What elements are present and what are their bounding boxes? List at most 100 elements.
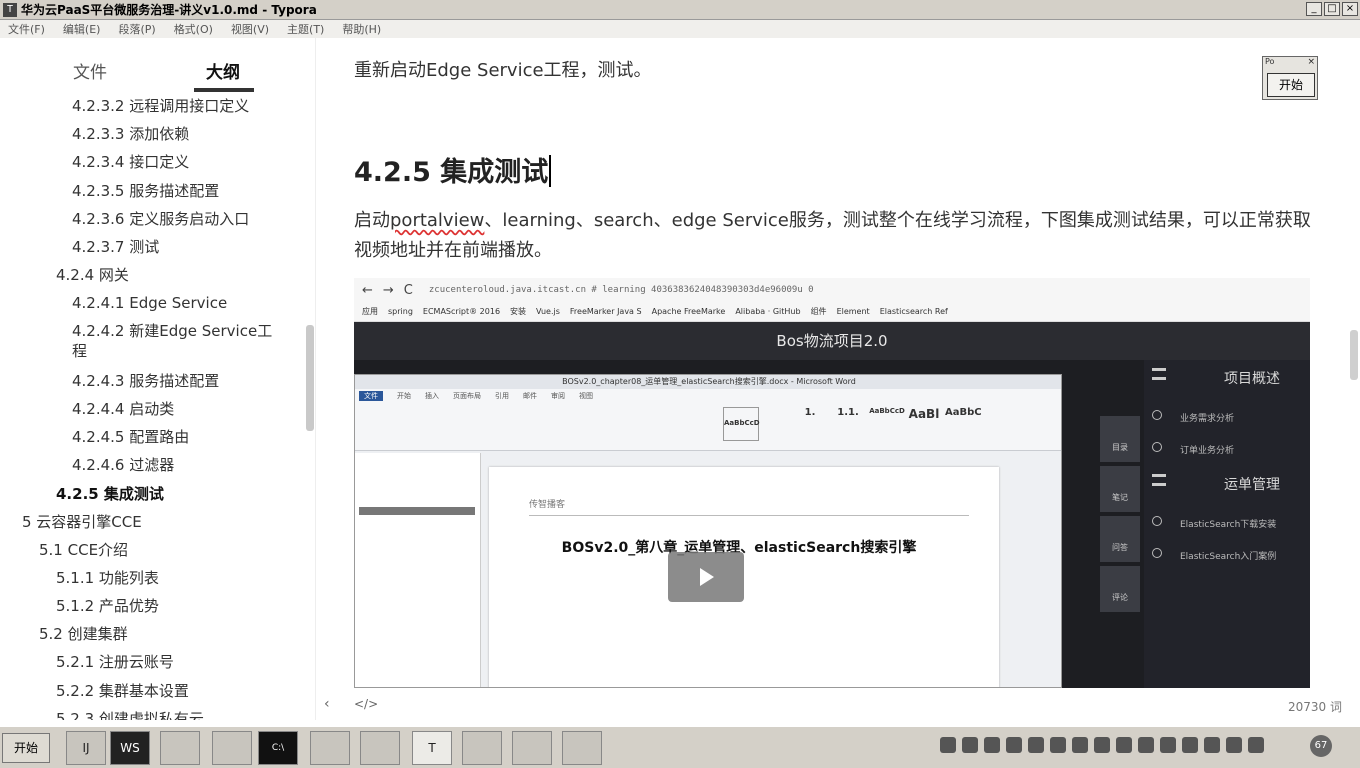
sidebar-toggle-icon[interactable]: ‹ (324, 696, 330, 712)
globe-icon[interactable] (512, 731, 552, 765)
tray-icon[interactable] (940, 737, 956, 753)
word-ribbon: 文件 开始 插入 页面布局 引用 邮件 审阅 视图 AaBbCcD 1. 1.1… (355, 389, 1061, 451)
tab-files[interactable]: 文件 (73, 58, 107, 83)
browser-address-bar: ←→C zcucenteroloud.java.itcast.cn # lear… (354, 278, 1310, 302)
typora-icon[interactable]: T (412, 731, 452, 765)
outline-item[interactable]: 4.2.4.5 配置路由 (72, 427, 189, 447)
word-count[interactable]: 20730 词 (1288, 698, 1342, 715)
cmd-icon[interactable]: C:\ (258, 731, 298, 765)
outline-item[interactable]: 5.1.2 产品优势 (56, 596, 159, 616)
outline-item[interactable]: 4.2.3.2 远程调用接口定义 (72, 96, 249, 116)
start-button[interactable]: 开始 (2, 733, 50, 763)
tray-help-icon[interactable] (962, 737, 978, 753)
outline-item[interactable]: 5.2 创建集群 (39, 624, 128, 644)
intellij-icon[interactable]: IJ (66, 731, 106, 765)
page-logo: 传智播客 (529, 500, 566, 510)
widget-start-button[interactable]: 开始 (1267, 73, 1315, 97)
p2-text-after: 、learning、search、edge Service服务，测试整个在线学习… (354, 210, 1311, 261)
outline-item[interactable]: 4.2.4 网关 (56, 265, 129, 285)
tray-icon[interactable] (1116, 737, 1132, 753)
outline-item[interactable]: 5.1.1 功能列表 (56, 568, 159, 588)
outline-item[interactable]: 4.2.3.5 服务描述配置 (72, 181, 219, 201)
tray-badge[interactable]: 67 (1310, 735, 1332, 757)
system-tray (940, 737, 1264, 753)
outline-item[interactable]: 4.2.4.1 Edge Service (72, 293, 227, 313)
ribbon-tab: 页面布局 (453, 392, 481, 400)
tray-icon[interactable] (1050, 737, 1066, 753)
outline-item-active[interactable]: 4.2.5 集成测试 (56, 484, 164, 504)
heading-integration-test[interactable]: 4.2.5 集成测试 (354, 150, 552, 189)
menu-theme[interactable]: 主题(T) (287, 21, 324, 37)
recorder-icon[interactable] (562, 731, 602, 765)
menu-help[interactable]: 帮助(H) (342, 21, 381, 37)
menu-view[interactable]: 视图(V) (231, 21, 269, 37)
tab-outline[interactable]: 大纲 (194, 58, 254, 92)
outline-item[interactable]: 5.2.3 创建虚拟私有云 (56, 709, 204, 720)
menu-waybill: 运单管理 (1224, 477, 1280, 493)
ribbon-tab: 引用 (495, 392, 509, 400)
webstorm-icon[interactable]: WS (110, 731, 150, 765)
source-mode-icon[interactable]: </> (354, 697, 378, 711)
outline-item[interactable]: 5 云容器引擎CCE (22, 512, 142, 532)
sidebar-scrollbar[interactable] (306, 325, 314, 431)
outline-item[interactable]: 4.2.4.6 过滤器 (72, 455, 174, 475)
check-icon (1152, 548, 1162, 558)
tray-icon[interactable] (1094, 737, 1110, 753)
tray-volume-icon[interactable] (1204, 737, 1220, 753)
tray-icon[interactable] (1160, 737, 1176, 753)
outline-item[interactable]: 4.2.3.4 接口定义 (72, 152, 189, 172)
maximize-button[interactable]: □ (1324, 2, 1340, 16)
taskbar: 开始 IJ WS C:\ T 67 (0, 726, 1360, 768)
menu-paragraph[interactable]: 段落(P) (118, 21, 155, 37)
outline-item[interactable]: 4.2.3.7 测试 (72, 237, 159, 257)
outline-item[interactable]: 5.2.1 注册云账号 (56, 652, 174, 672)
editor[interactable]: 重新启动Edge Service工程，测试。 4.2.5 集成测试 启动port… (316, 38, 1348, 720)
outline-item[interactable]: 5.1 CCE介绍 (39, 540, 128, 560)
tray-icon[interactable] (1226, 737, 1242, 753)
tray-icon[interactable] (1182, 737, 1198, 753)
outline-item[interactable]: 5.2.2 集群基本设置 (56, 681, 189, 701)
menu-es2: ElasticSearch入门案例 (1180, 552, 1277, 562)
word-title: BOSv2.0_chapter08_运单管理_elasticSearch搜索引擎… (355, 375, 1061, 389)
widget-close-icon[interactable]: × (1307, 57, 1315, 67)
tray-bluetooth-icon[interactable] (1138, 737, 1154, 753)
tray-icon[interactable] (1072, 737, 1088, 753)
turtle-icon[interactable] (212, 731, 252, 765)
window-controls: _ □ × (1306, 2, 1358, 16)
status-bar: ‹ </> 20730 词 (316, 690, 1360, 722)
qa-icon: 问答 (1100, 516, 1140, 562)
outline-item[interactable]: 4.2.4.4 启动类 (72, 399, 174, 419)
outline-item[interactable]: 4.2.4.3 服务描述配置 (72, 371, 219, 391)
explorer-icon[interactable] (462, 731, 502, 765)
bird-icon[interactable] (160, 731, 200, 765)
menu-file[interactable]: 文件(F) (8, 21, 45, 37)
typora-app-icon: T (3, 2, 17, 17)
minimize-button[interactable]: _ (1306, 2, 1322, 16)
outline-item[interactable]: 4.2.3.6 定义服务启动入口 (72, 209, 249, 229)
play-icon (668, 552, 744, 602)
tray-icon[interactable] (1028, 737, 1044, 753)
tray-icon[interactable] (1006, 737, 1022, 753)
tray-icon[interactable] (984, 737, 1000, 753)
bos-app: Bos物流项目2.0 项目概述 业务需求分析 订单业务分析 运单管理 Elast… (354, 322, 1310, 688)
word-page: 传智播客 BOSv2.0_第八章_运单管理、elasticSearch搜索引擎 (489, 467, 999, 687)
chrome-icon[interactable] (310, 731, 350, 765)
list-icon (1152, 474, 1166, 486)
close-button[interactable]: × (1342, 2, 1358, 16)
style-title: AaBl (908, 407, 940, 421)
menu-edit[interactable]: 编辑(E) (63, 21, 101, 37)
menu-overview: 项目概述 (1224, 371, 1280, 387)
tool-icon[interactable] (360, 731, 400, 765)
menu-format[interactable]: 格式(O) (174, 21, 213, 37)
editor-scrollbar[interactable] (1350, 330, 1358, 380)
browser-nav-icons: ←→C (362, 282, 423, 298)
style-h1: 1. (804, 407, 816, 418)
paragraph-start-services[interactable]: 启动portalview、learning、search、edge Servic… (354, 206, 1314, 266)
tray-icon[interactable] (1248, 737, 1264, 753)
ribbon-tabs: 文件 开始 插入 页面布局 引用 邮件 审阅 视图 (359, 391, 593, 401)
bookmark: Elasticsearch Ref (879, 307, 948, 316)
ribbon-tab: 视图 (579, 392, 593, 400)
outline-item[interactable]: 4.2.3.3 添加依赖 (72, 124, 189, 144)
outline-item[interactable]: 4.2.4.2 新建Edge Service工程 (72, 321, 282, 361)
paragraph-restart[interactable]: 重新启动Edge Service工程，测试。 (354, 56, 652, 82)
